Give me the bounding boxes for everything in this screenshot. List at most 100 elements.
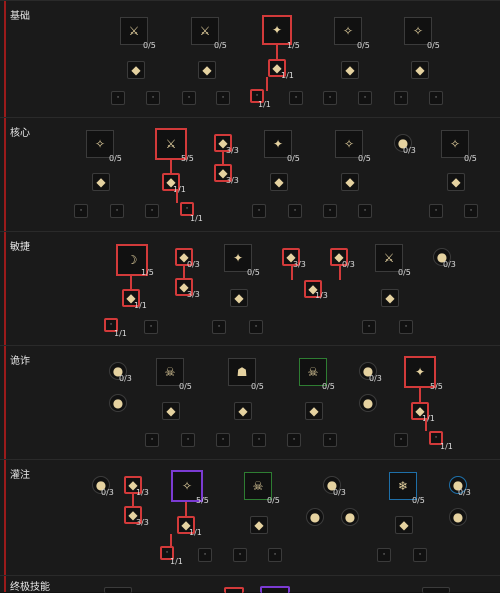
upgrade-node[interactable]: ◆ [447, 173, 465, 191]
passive-node[interactable]: · [145, 204, 159, 218]
upgrade-rank: 1/1 [173, 185, 186, 194]
passive-icon: · [399, 435, 403, 445]
skill-rank: 1/5 [287, 41, 300, 50]
passive-node[interactable]: · [198, 548, 212, 562]
upgrade-icon: ◆ [415, 63, 425, 77]
upgrade-node[interactable]: ◆ [270, 173, 288, 191]
upgrade-rank: 0/3 [443, 260, 456, 269]
upgrade-node[interactable]: ◆ [198, 61, 216, 79]
passive-node[interactable]: · [323, 204, 337, 218]
passive-node[interactable]: · [216, 91, 230, 105]
upgrade-node[interactable]: ● [109, 394, 127, 412]
passive-node[interactable]: · [377, 548, 391, 562]
upgrade-icon: ◆ [309, 404, 319, 418]
passive-node[interactable]: · [394, 91, 408, 105]
upgrade-node[interactable]: ◆ [92, 173, 110, 191]
passive-node[interactable]: · [323, 433, 337, 447]
skill-rank: 0/5 [179, 382, 192, 391]
section-agility: 敏捷 ☽ 1/5 ◆ 0/3 ◆ 3/3 ✦ 0/5 ◆ 3/3 ◆ 0/3 ◆… [0, 231, 500, 345]
upgrade-node[interactable]: ◆ [381, 289, 399, 307]
upgrade-node[interactable]: ● [341, 508, 359, 526]
upgrade-icon: ◆ [96, 175, 106, 189]
passive-node[interactable]: · [464, 204, 478, 218]
upgrade-node[interactable]: ● [306, 508, 324, 526]
upgrade-icon: ◆ [131, 63, 141, 77]
passive-node[interactable]: · [144, 320, 158, 334]
passive-node[interactable]: · [111, 91, 125, 105]
passive-icon: · [217, 322, 221, 332]
upgrade-node[interactable]: ◆ [411, 61, 429, 79]
passive-node[interactable]: · [288, 204, 302, 218]
passive-node[interactable]: · [287, 433, 301, 447]
upgrade-rank: 3/3 [226, 146, 239, 155]
passive-node[interactable]: · [145, 433, 159, 447]
upgrade-node[interactable]: ◆ [395, 516, 413, 534]
passive-icon: · [404, 322, 408, 332]
upgrade-rank: 0/3 [119, 374, 132, 383]
passive-icon: · [186, 435, 190, 445]
passive-node[interactable]: · [110, 204, 124, 218]
passive-node[interactable]: · [323, 91, 337, 105]
upgrade-node[interactable]: ◆ [305, 402, 323, 420]
passive-node[interactable]: · [74, 204, 88, 218]
passive-icon: · [221, 93, 225, 103]
path-line [170, 534, 172, 546]
passive-node[interactable]: · [268, 548, 282, 562]
skill-rank: 5/5 [196, 496, 209, 505]
passive-node[interactable]: · [413, 548, 427, 562]
upgrade-rank: 1/1 [189, 528, 202, 537]
upgrade-node[interactable]: ◆ [234, 402, 252, 420]
skill-rank: 0/5 [358, 154, 371, 163]
path-line [222, 152, 224, 164]
upgrade-node[interactable]: ● [449, 508, 467, 526]
passive-node[interactable]: · [429, 204, 443, 218]
upgrade-rank: 3/3 [226, 176, 239, 185]
passive-node[interactable]: · [212, 320, 226, 334]
path-line [425, 420, 427, 431]
passive-node[interactable]: · [358, 91, 372, 105]
skill-node[interactable] [104, 587, 132, 593]
passive-node[interactable]: · [399, 320, 413, 334]
passive-node[interactable]: · [358, 204, 372, 218]
passive-node[interactable]: · [252, 204, 266, 218]
section-title: 基础 [10, 11, 30, 22]
upgrade-node[interactable]: ◆ [341, 61, 359, 79]
upgrade-icon: ◆ [274, 175, 284, 189]
passive-node[interactable]: · [252, 433, 266, 447]
skill-node-selected[interactable] [224, 587, 244, 593]
upgrade-node[interactable]: ◆ [250, 516, 268, 534]
upgrade-rank: 1/1 [281, 71, 294, 80]
section-title: 敏捷 [10, 242, 30, 253]
path-line [276, 45, 278, 59]
upgrade-icon: ◆ [451, 175, 461, 189]
skill-rank: 0/5 [247, 268, 260, 277]
upgrade-node[interactable]: ◆ [127, 61, 145, 79]
passive-node[interactable]: · [249, 320, 263, 334]
upgrade-rank: 0/3 [403, 146, 416, 155]
passive-icon: · [328, 206, 332, 216]
path-line [339, 266, 341, 280]
path-line [183, 266, 185, 278]
path-line [130, 276, 132, 289]
passive-node[interactable]: · [394, 433, 408, 447]
passive-node[interactable]: · [216, 433, 230, 447]
skill-rank: 0/5 [427, 41, 440, 50]
upgrade-node[interactable]: ◆ [230, 289, 248, 307]
passive-node[interactable]: · [362, 320, 376, 334]
skill-node[interactable] [422, 587, 450, 593]
passive-node[interactable]: · [233, 548, 247, 562]
passive-icon: · [254, 322, 258, 332]
passive-node[interactable]: · [181, 433, 195, 447]
passive-icon: · [293, 206, 297, 216]
skill-node-selected[interactable] [260, 586, 290, 593]
upgrade-node[interactable]: ◆ [341, 173, 359, 191]
passive-icon: · [257, 435, 261, 445]
passive-node[interactable]: · [289, 91, 303, 105]
section-subterfuge: 诡诈 ● 0/3 ☠ 0/5 ☗ 0/5 ☠ 0/5 ● 0/3 ✦ 5/5 ●… [0, 345, 500, 459]
passive-node[interactable]: · [429, 91, 443, 105]
upgrade-node[interactable]: ● [359, 394, 377, 412]
passive-node[interactable]: · [182, 91, 196, 105]
passive-node[interactable]: · [146, 91, 160, 105]
section-title: 诡诈 [10, 356, 30, 367]
upgrade-node[interactable]: ◆ [162, 402, 180, 420]
